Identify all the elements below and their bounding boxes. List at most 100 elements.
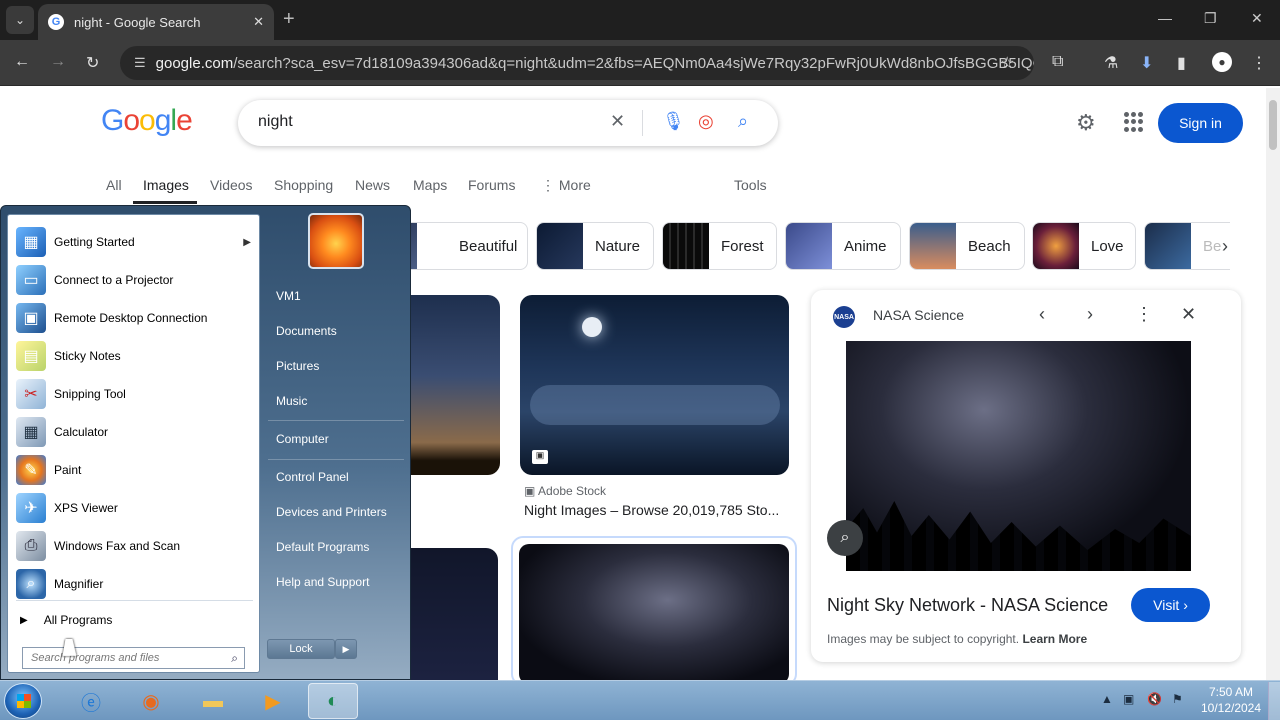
close-icon[interactable]: ✕	[253, 14, 264, 30]
result-image-1[interactable]	[400, 295, 500, 475]
chip-beautiful[interactable]: Beautiful	[410, 222, 528, 270]
start-orb-button[interactable]	[4, 683, 42, 719]
start-link-music[interactable]: Music	[276, 394, 307, 408]
program-snipping-tool[interactable]: ✂ Snipping Tool	[8, 375, 261, 413]
program-getting-started[interactable]: ▦ Getting Started ▶	[8, 223, 261, 261]
chevron-right-icon[interactable]: ›	[1222, 236, 1228, 257]
program-sticky-notes[interactable]: ▤ Sticky Notes	[8, 337, 261, 375]
visit-button[interactable]: Visit ›	[1131, 588, 1210, 622]
lens-search-icon[interactable]: ⌕	[827, 520, 863, 556]
program-paint[interactable]: ✎ Paint	[8, 451, 261, 489]
browser-tab[interactable]: G night - Google Search ✕	[38, 4, 274, 40]
network-icon[interactable]: ▣	[1123, 692, 1134, 706]
tab-more[interactable]: ⋮ More	[541, 177, 591, 194]
result-image-2[interactable]: ▣	[520, 295, 789, 475]
back-arrow-icon[interactable]: ←	[14, 53, 30, 71]
learn-more-link[interactable]: Learn More	[1022, 632, 1087, 646]
apps-grid-icon[interactable]	[1124, 112, 1144, 132]
program-calculator[interactable]: ▦ Calculator	[8, 413, 261, 451]
result-image-3[interactable]	[400, 548, 498, 680]
chip-beach[interactable]: Beach	[909, 222, 1025, 270]
volume-muted-icon[interactable]: 🔇	[1147, 692, 1162, 706]
tab-all[interactable]: All	[106, 177, 122, 193]
labs-flask-icon[interactable]: ⚗	[1104, 53, 1118, 73]
tab-maps[interactable]: Maps	[413, 177, 447, 193]
sign-in-button[interactable]: Sign in	[1158, 103, 1243, 143]
chip-nature[interactable]: Nature	[536, 222, 654, 270]
start-link-help-support[interactable]: Help and Support	[276, 575, 369, 589]
restore-icon[interactable]: ❐	[1204, 10, 1217, 27]
chip-anime[interactable]: Anime	[785, 222, 901, 270]
chevron-right-icon[interactable]: ›	[1087, 304, 1093, 325]
firefox-icon[interactable]: ◉	[126, 683, 176, 719]
result-image-4-selected[interactable]	[511, 536, 797, 686]
tab-search-button[interactable]: ⌄	[6, 6, 34, 34]
program-connect-projector[interactable]: ▭ Connect to a Projector	[8, 261, 261, 299]
new-tab-button[interactable]: +	[283, 8, 295, 31]
file-explorer-icon[interactable]: ▬	[188, 683, 238, 719]
user-avatar[interactable]	[308, 213, 364, 269]
tab-images[interactable]: Images	[143, 177, 189, 193]
program-fax-scan[interactable]: ⎙ Windows Fax and Scan	[8, 527, 261, 565]
lock-button[interactable]: Lock	[267, 639, 335, 659]
scrollbar-thumb[interactable]	[1269, 100, 1277, 150]
start-link-documents[interactable]: Documents	[276, 324, 337, 338]
download-icon[interactable]: ⬇	[1140, 53, 1153, 73]
panel-preview-image[interactable]	[846, 341, 1191, 571]
chevron-left-icon[interactable]: ‹	[1039, 304, 1045, 325]
chip-forest[interactable]: Forest	[662, 222, 777, 270]
window-close-icon[interactable]: ✕	[1251, 10, 1263, 27]
page-scrollbar[interactable]	[1266, 88, 1280, 680]
tab-videos[interactable]: Videos	[210, 177, 253, 193]
lens-camera-icon[interactable]: ◎	[698, 111, 714, 132]
search-icon[interactable]: ⌕	[738, 111, 748, 132]
start-link-computer[interactable]: Computer	[276, 432, 329, 446]
action-center-flag-icon[interactable]: ⚑	[1172, 692, 1183, 706]
start-link-control-panel[interactable]: Control Panel	[276, 470, 349, 484]
lock-options-arrow-icon[interactable]: ▶	[335, 639, 357, 659]
microphone-icon[interactable]: 🎙	[662, 111, 685, 132]
search-box[interactable]: night ✕ 🎙 ◎ ⌕	[238, 100, 778, 146]
reload-icon[interactable]: ↻	[86, 53, 99, 73]
chip-love[interactable]: Love	[1032, 222, 1136, 270]
all-programs[interactable]: ▶ All Programs	[8, 607, 261, 633]
menu-dots-icon[interactable]: ⋮	[1251, 53, 1267, 73]
panel-site-name[interactable]: NASA Science	[873, 307, 964, 323]
program-magnifier[interactable]: ⌕ Magnifier	[8, 565, 261, 603]
program-xps-viewer[interactable]: ✈ XPS Viewer	[8, 489, 261, 527]
minimize-icon[interactable]: —	[1158, 10, 1172, 26]
site-info-icon[interactable]: ☰	[134, 55, 146, 71]
chrome-taskbar-icon[interactable]: ◐	[308, 683, 358, 719]
extensions-icon[interactable]: ⧉	[1052, 53, 1063, 71]
side-panel-icon[interactable]: ▮	[1177, 53, 1186, 73]
result-source[interactable]: ▣ Adobe Stock	[524, 484, 606, 498]
clear-icon[interactable]: ✕	[610, 111, 625, 132]
program-remote-desktop[interactable]: ▣ Remote Desktop Connection	[8, 299, 261, 337]
profile-avatar-icon[interactable]: ●	[1212, 52, 1232, 72]
gear-icon[interactable]: ⚙	[1076, 110, 1096, 136]
start-link-pictures[interactable]: Pictures	[276, 359, 319, 373]
tab-news[interactable]: News	[355, 177, 390, 193]
bookmark-star-icon[interactable]: ☆	[1000, 53, 1014, 73]
start-search-input[interactable]: Search programs and files ⌕	[22, 647, 245, 669]
tray-expand-icon[interactable]: ▲	[1101, 692, 1113, 706]
search-query[interactable]: night	[258, 113, 293, 131]
media-player-icon[interactable]: ▶	[248, 683, 298, 719]
start-link-user[interactable]: VM1	[276, 289, 301, 303]
taskbar-clock[interactable]: 7:50 AM 10/12/2024	[1196, 684, 1266, 716]
show-desktop-button[interactable]	[1268, 682, 1280, 720]
internet-explorer-icon[interactable]: ⓔ	[66, 683, 116, 719]
tab-forums[interactable]: Forums	[468, 177, 515, 193]
panel-title[interactable]: Night Sky Network - NASA Science	[827, 595, 1108, 616]
forward-arrow-icon[interactable]: →	[50, 53, 66, 71]
more-options-icon[interactable]: ⋮	[1135, 304, 1153, 325]
result-caption[interactable]: Night Images – Browse 20,019,785 Sto...	[524, 502, 788, 518]
search-icon[interactable]: ⌕	[231, 651, 238, 666]
google-logo[interactable]: Google	[101, 104, 193, 138]
start-link-devices-printers[interactable]: Devices and Printers	[276, 505, 387, 519]
close-icon[interactable]: ✕	[1181, 304, 1196, 325]
start-link-default-programs[interactable]: Default Programs	[276, 540, 369, 554]
chip-partial[interactable]: Be	[1144, 222, 1230, 270]
address-bar[interactable]: ☰ google.com/search?sca_esv=7d18109a3943…	[120, 46, 1034, 80]
tab-shopping[interactable]: Shopping	[274, 177, 333, 193]
